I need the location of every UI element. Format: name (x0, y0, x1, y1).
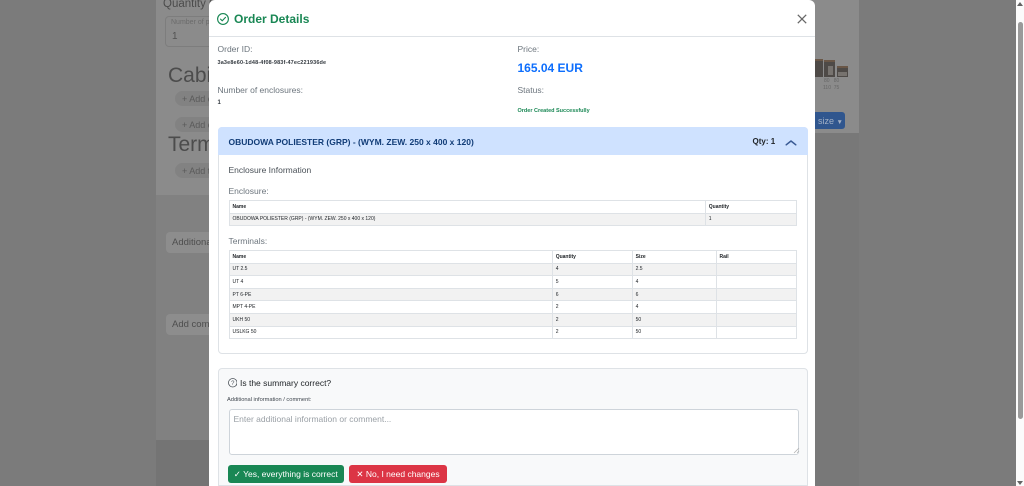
svg-text:?: ? (231, 381, 235, 387)
